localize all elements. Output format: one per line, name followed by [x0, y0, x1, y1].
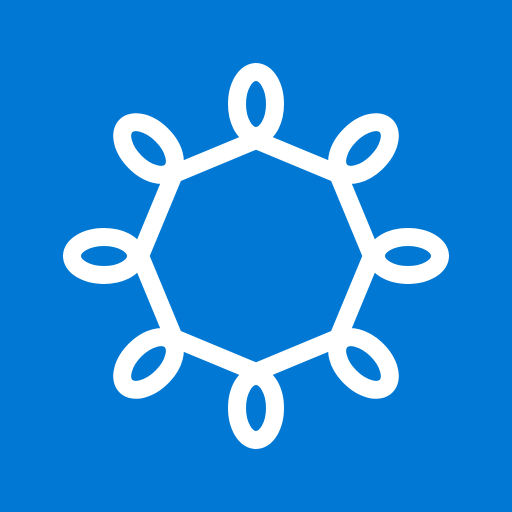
app-icon-tile — [0, 0, 512, 512]
octagon-loops-logo-icon — [0, 0, 512, 512]
